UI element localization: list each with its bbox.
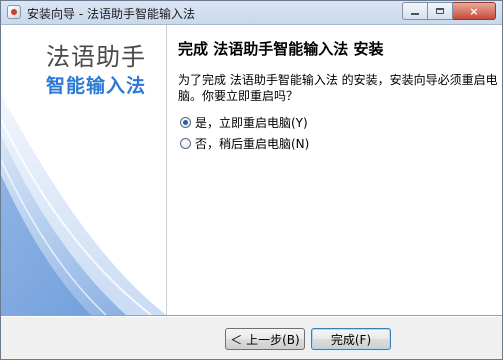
banner-product-subtitle: 智能输入法 xyxy=(45,75,146,97)
back-button[interactable]: ＜ 上一步(B) xyxy=(225,328,305,350)
restart-description: 为了完成 法语助手智能输入法 的安装，安装向导必须重启电脑。你要立即重启吗？ xyxy=(178,73,498,103)
close-button[interactable]: × xyxy=(453,2,496,20)
page-title: 完成 法语助手智能输入法 安装 xyxy=(178,40,384,58)
installer-icon xyxy=(7,5,21,19)
restart-later-label[interactable]: 否，稍后重启电脑(N) xyxy=(195,135,309,152)
title-bar[interactable]: 安装向导 - 法语助手智能输入法 × xyxy=(1,1,502,25)
wizard-content: 完成 法语助手智能输入法 安装 为了完成 法语助手智能输入法 的安装，安装向导必… xyxy=(167,25,502,315)
minimize-button[interactable] xyxy=(402,2,428,20)
banner-product-name: 法语助手 xyxy=(46,43,146,71)
footer-separator xyxy=(1,315,502,317)
finish-button[interactable]: 完成(F) xyxy=(311,328,391,350)
window-controls: × xyxy=(402,2,496,20)
maximize-button[interactable] xyxy=(428,2,453,20)
restart-now-label[interactable]: 是，立即重启电脑(Y) xyxy=(195,114,308,131)
installer-window: 安装向导 - 法语助手智能输入法 × 法语助手 智能输入法 完成 法语助手智能输… xyxy=(0,0,503,360)
restart-later-option[interactable]: 否，稍后重启电脑(N) xyxy=(180,135,309,151)
restart-now-radio[interactable] xyxy=(180,116,191,128)
maximize-icon xyxy=(436,8,444,14)
wizard-banner: 法语助手 智能输入法 xyxy=(1,25,167,315)
minimize-icon xyxy=(411,13,419,15)
restart-later-radio[interactable] xyxy=(180,137,191,149)
restart-now-option[interactable]: 是，立即重启电脑(Y) xyxy=(180,114,308,130)
window-title: 安装向导 - 法语助手智能输入法 xyxy=(27,7,195,21)
close-icon: × xyxy=(469,4,479,18)
